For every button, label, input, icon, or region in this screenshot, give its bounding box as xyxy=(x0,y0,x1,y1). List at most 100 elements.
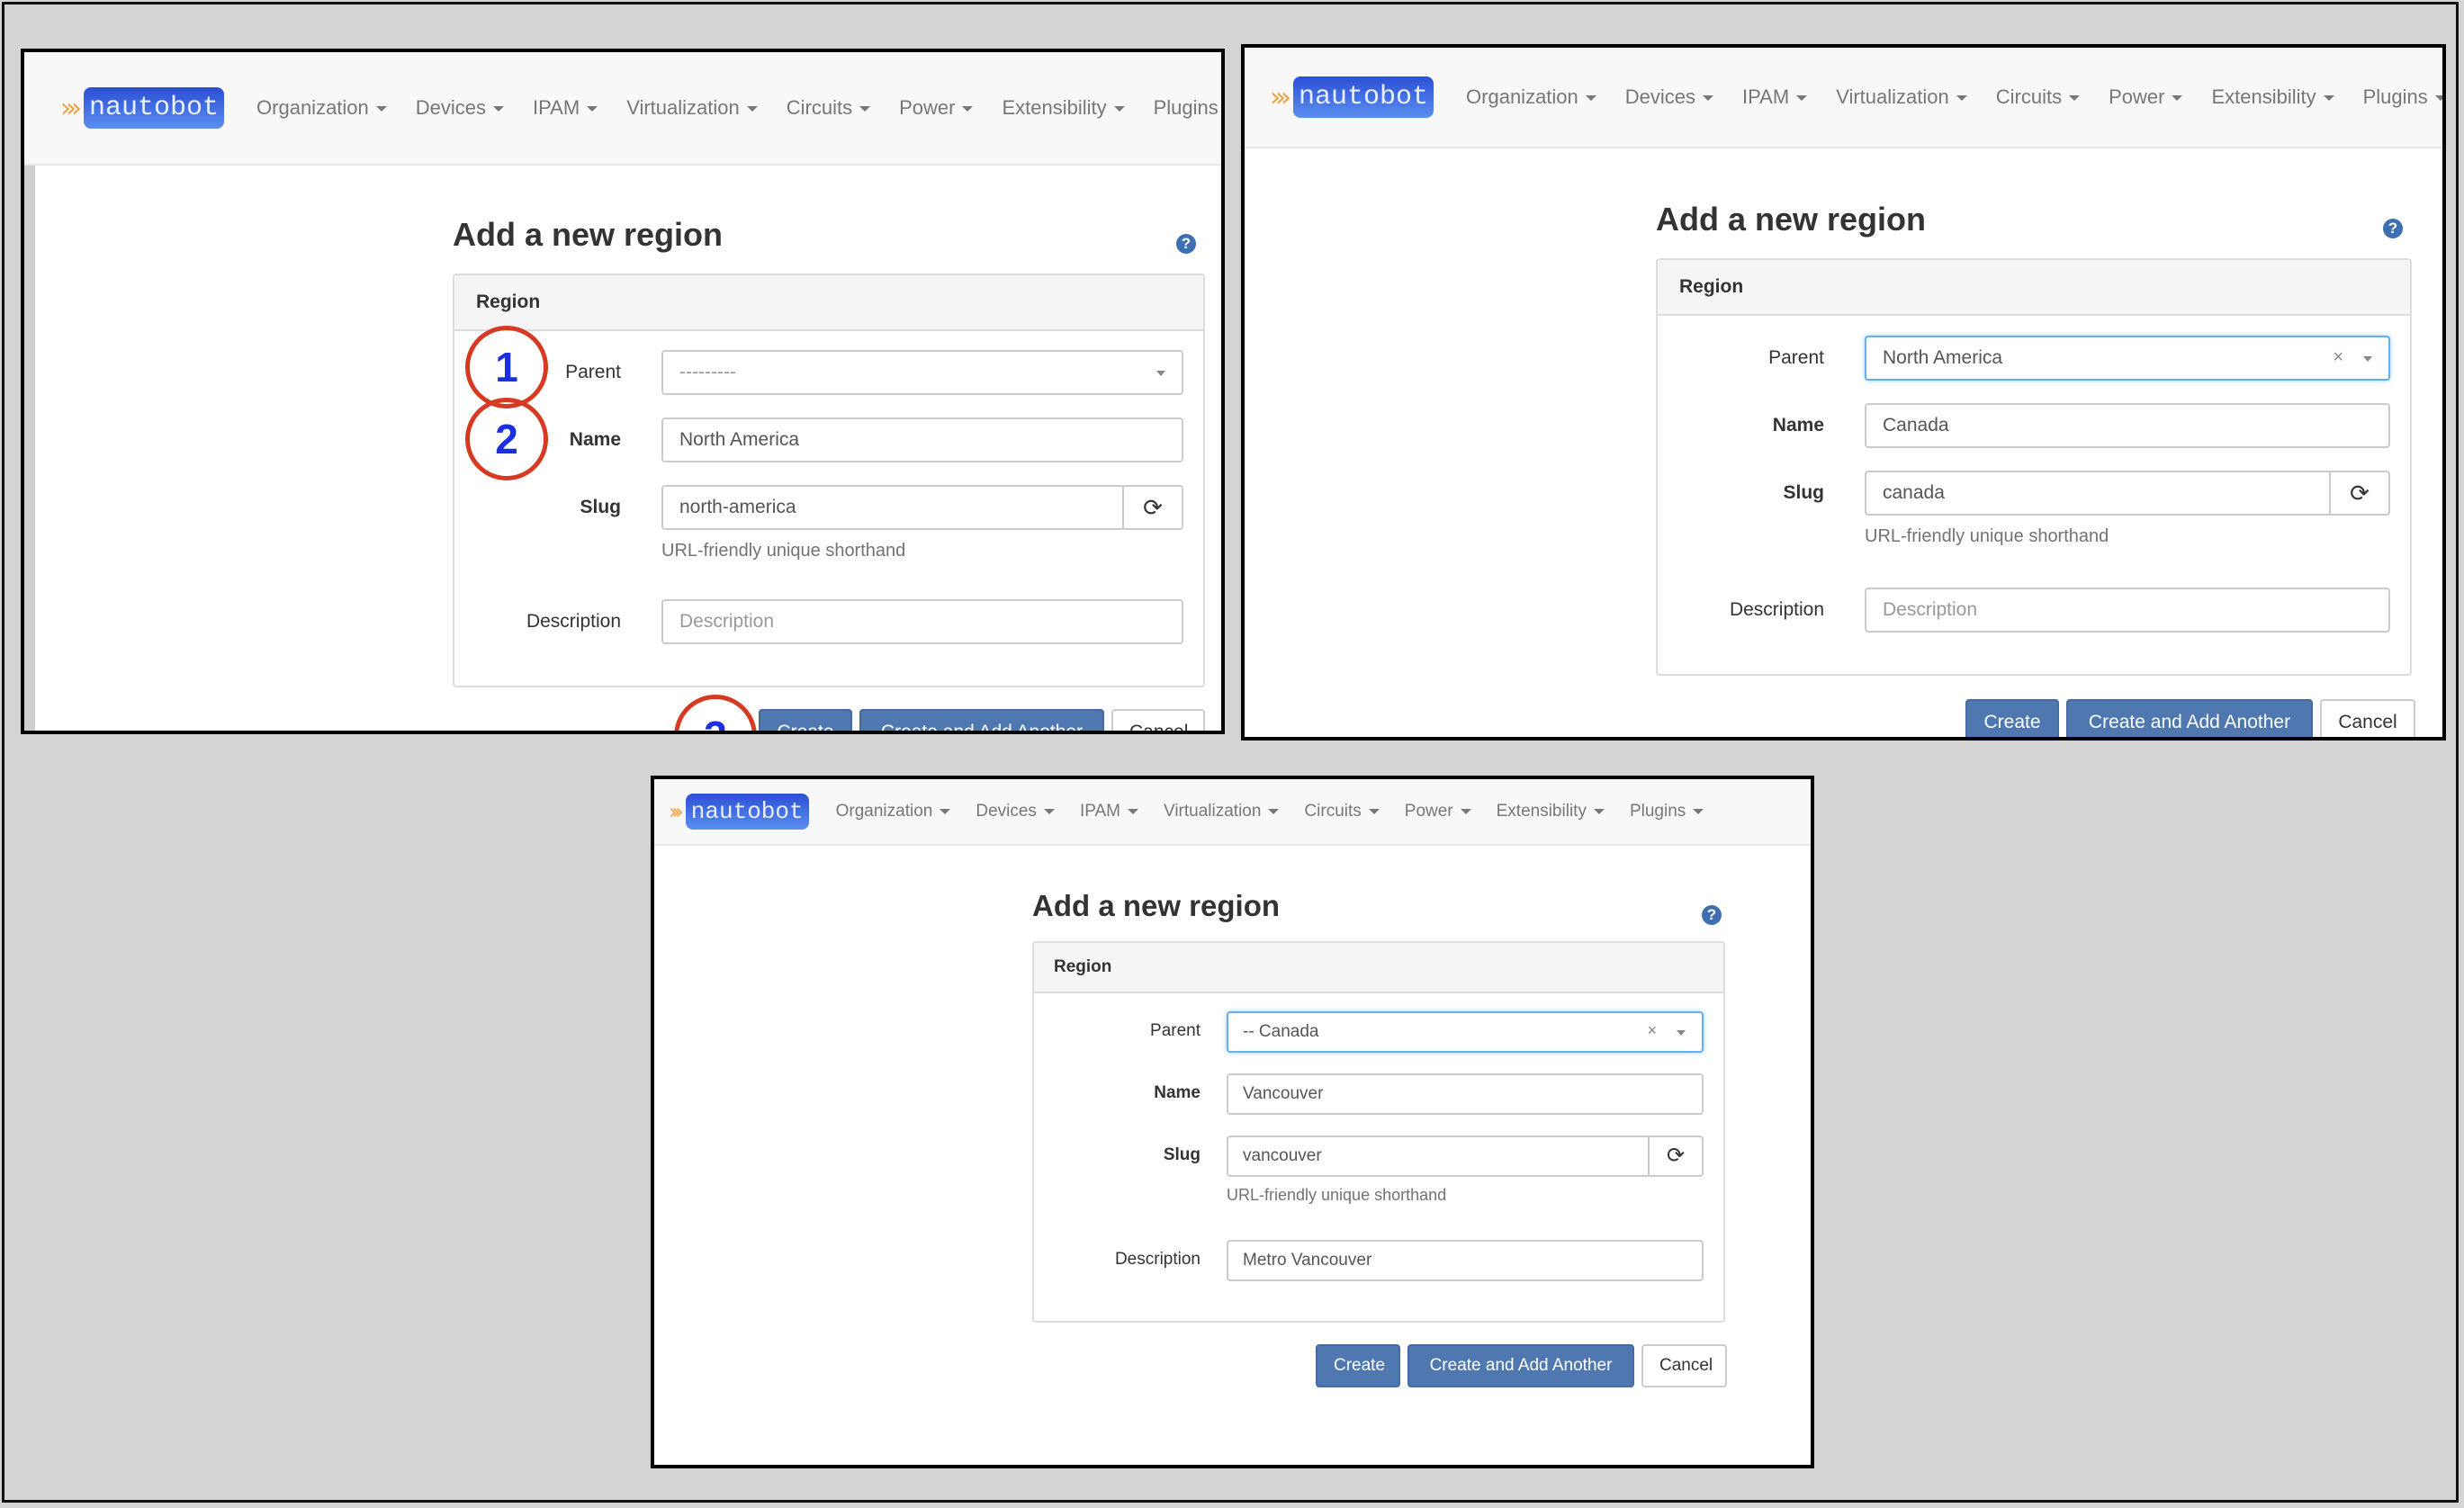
description-input[interactable]: Description xyxy=(661,599,1183,644)
nav-plugins[interactable]: Plugins xyxy=(1630,802,1704,821)
slug-input[interactable]: north-america xyxy=(661,485,1124,530)
create-and-add-another-button[interactable]: Create and Add Another xyxy=(2066,699,2313,737)
parent-select[interactable]: North America × xyxy=(1865,336,2390,381)
navbar: ››› nautobot Organization Devices IPAM V… xyxy=(654,779,1811,846)
brand-logo[interactable]: ››› nautobot xyxy=(669,794,809,830)
brand-name: nautobot xyxy=(1293,76,1434,118)
nav-ipam[interactable]: IPAM xyxy=(1080,802,1138,821)
region-form: Add a new region ? Region Parent -- Cana… xyxy=(1032,889,1727,1393)
refresh-icon: ⟳ xyxy=(2350,480,2370,507)
create-and-add-another-button[interactable]: Create and Add Another xyxy=(859,709,1104,731)
name-row: Name Canada xyxy=(1658,403,2410,450)
caret-down-icon xyxy=(1703,95,1714,102)
nav-extensibility[interactable]: Extensibility xyxy=(2211,85,2334,109)
help-icon[interactable]: ? xyxy=(2383,219,2403,238)
name-input[interactable]: Vancouver xyxy=(1227,1073,1704,1115)
parent-select[interactable]: -- Canada × xyxy=(1227,1011,1704,1053)
description-row: Description Description xyxy=(454,599,1203,646)
nav-extensibility[interactable]: Extensibility xyxy=(1002,96,1125,120)
parent-row: Parent North America × xyxy=(1658,336,2410,382)
help-icon[interactable]: ? xyxy=(1702,905,1722,925)
caret-down-icon xyxy=(1593,808,1605,814)
clear-icon[interactable]: × xyxy=(1647,1021,1657,1040)
nav-label: Extensibility xyxy=(1496,802,1587,821)
nav-organization[interactable]: Organization xyxy=(836,802,951,821)
region-form: Add a new region ? Region Parent North A… xyxy=(1656,201,2415,737)
nav-plugins[interactable]: Plugins xyxy=(1154,96,1221,120)
nav-circuits[interactable]: Circuits xyxy=(1304,802,1380,821)
nav-extensibility[interactable]: Extensibility xyxy=(1497,802,1605,821)
nav-label: Power xyxy=(2109,85,2165,108)
name-input[interactable]: Canada xyxy=(1865,403,2390,448)
slug-label: Slug xyxy=(1163,1145,1201,1164)
nav-label: Circuits xyxy=(1304,802,1362,821)
nav-virtualization[interactable]: Virtualization xyxy=(1164,802,1280,821)
navbar: ››› nautobot Organization Devices IPAM V… xyxy=(24,52,1221,166)
nav-circuits[interactable]: Circuits xyxy=(1996,85,2081,109)
nav-organization[interactable]: Organization xyxy=(256,96,387,120)
cancel-button[interactable]: Cancel xyxy=(1111,709,1205,731)
caret-down-icon xyxy=(1693,808,1704,814)
nav-label: Virtualization xyxy=(1836,85,1949,108)
nav-power[interactable]: Power xyxy=(899,96,974,120)
create-and-add-another-button[interactable]: Create and Add Another xyxy=(1407,1344,1634,1387)
regenerate-slug-button[interactable]: ⟳ xyxy=(2331,471,2390,516)
parent-select[interactable]: --------- xyxy=(661,350,1183,395)
nav-virtualization[interactable]: Virtualization xyxy=(1836,85,1967,109)
region-card: Region Parent -- Canada × Name Vancouver… xyxy=(1032,941,1725,1323)
nav-label: Circuits xyxy=(786,96,853,119)
caret-down-icon xyxy=(962,106,974,112)
nav-circuits[interactable]: Circuits xyxy=(786,96,871,120)
regenerate-slug-button[interactable]: ⟳ xyxy=(1650,1135,1704,1177)
annotation-step-2: 2 xyxy=(465,398,548,480)
nav-ipam[interactable]: IPAM xyxy=(533,96,598,120)
cancel-button[interactable]: Cancel xyxy=(1641,1344,1727,1387)
screenshot-panel-step-1: ››› nautobot Organization Devices IPAM V… xyxy=(21,49,1225,734)
nav-power[interactable]: Power xyxy=(1405,802,1471,821)
description-label: Description xyxy=(526,611,621,632)
name-input[interactable]: North America xyxy=(661,417,1183,462)
slug-help-text: URL-friendly unique shorthand xyxy=(661,541,906,561)
create-button[interactable]: Create xyxy=(1965,699,2059,737)
parent-row: Parent -- Canada × xyxy=(1034,1011,1723,1053)
brand-arrows-icon: ››› xyxy=(60,92,82,124)
chevron-down-icon xyxy=(1156,371,1165,376)
nav-virtualization[interactable]: Virtualization xyxy=(626,96,758,120)
nav-ipam[interactable]: IPAM xyxy=(1742,85,1808,109)
brand-arrows-icon: ››› xyxy=(1270,81,1291,113)
cancel-button[interactable]: Cancel xyxy=(2320,699,2415,737)
description-input[interactable]: Metro Vancouver xyxy=(1227,1240,1704,1281)
brand-logo[interactable]: ››› nautobot xyxy=(60,87,225,129)
nav-label: IPAM xyxy=(1742,85,1790,108)
nav-label: Devices xyxy=(415,96,487,119)
nav-plugins[interactable]: Plugins xyxy=(2363,85,2442,109)
regenerate-slug-button[interactable]: ⟳ xyxy=(1124,485,1183,530)
page-content: Add a new region ? Region Parent North A… xyxy=(1245,147,2442,737)
slug-input[interactable]: canada xyxy=(1865,471,2331,516)
nav-devices[interactable]: Devices xyxy=(415,96,505,120)
caret-down-icon xyxy=(375,106,387,112)
page-title: Add a new region xyxy=(1656,201,1927,238)
nav-label: Power xyxy=(899,96,956,119)
create-button[interactable]: Create xyxy=(1316,1344,1400,1387)
nav-label: Organization xyxy=(1466,85,1578,108)
help-icon[interactable]: ? xyxy=(1176,234,1196,254)
nav-organization[interactable]: Organization xyxy=(1466,85,1596,109)
nav-devices[interactable]: Devices xyxy=(976,802,1055,821)
page-title: Add a new region xyxy=(453,216,724,253)
description-input[interactable]: Description xyxy=(1865,588,2390,633)
brand-logo[interactable]: ››› nautobot xyxy=(1270,76,1434,118)
page-title: Add a new region xyxy=(1032,889,1281,922)
caret-down-icon xyxy=(1043,808,1055,814)
description-row: Description Description xyxy=(1658,588,2410,634)
caret-down-icon xyxy=(493,106,505,112)
parent-value: -- Canada xyxy=(1243,1022,1319,1041)
refresh-icon: ⟳ xyxy=(1666,1144,1686,1168)
region-form: Add a new region ? Region Parent -------… xyxy=(453,216,1205,731)
nav-power[interactable]: Power xyxy=(2109,85,2183,109)
brand-name: nautobot xyxy=(84,87,225,129)
slug-input[interactable]: vancouver xyxy=(1227,1135,1650,1177)
clear-icon[interactable]: × xyxy=(2333,347,2343,368)
create-button[interactable]: Create xyxy=(759,709,852,731)
nav-devices[interactable]: Devices xyxy=(1625,85,1714,109)
